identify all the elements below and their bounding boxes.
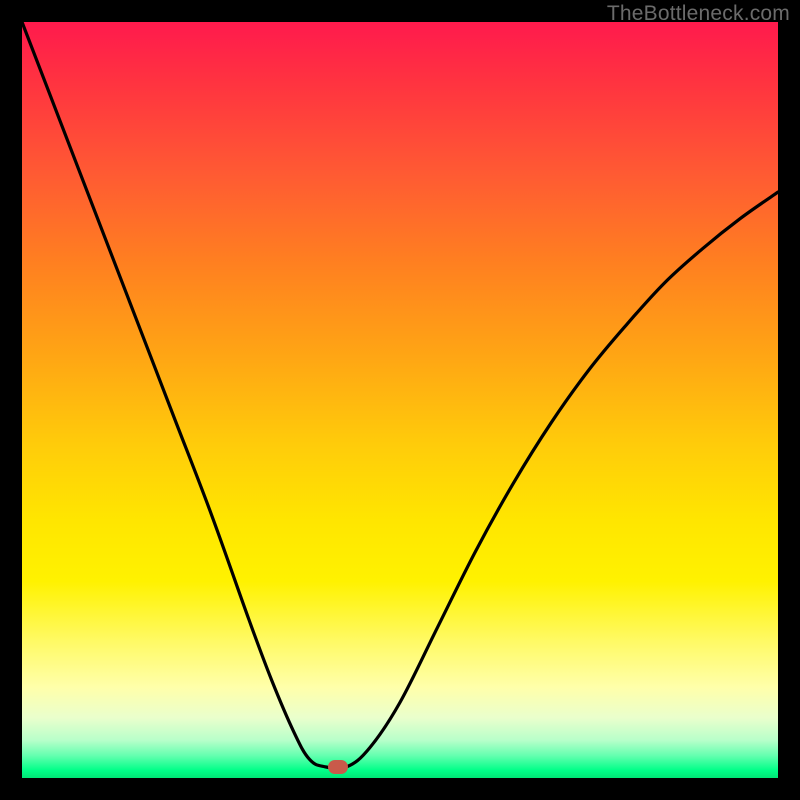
optimal-point-marker [328,760,348,774]
bottleneck-curve [22,22,778,769]
watermark-text: TheBottleneck.com [607,2,790,26]
curve-layer [22,22,778,778]
